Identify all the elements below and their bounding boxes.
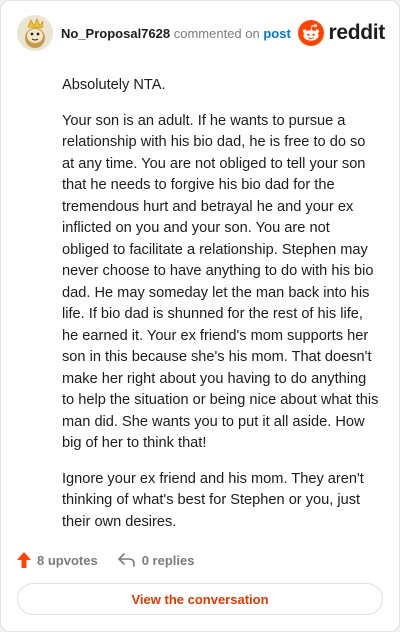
reply-arrow-icon xyxy=(117,553,135,567)
byline-action: commented on xyxy=(173,26,260,41)
post-link[interactable]: post xyxy=(263,26,290,41)
snoo-avatar-icon xyxy=(17,15,53,51)
upvote-count[interactable]: 8 upvotes xyxy=(17,552,98,568)
comment-paragraph: Absolutely NTA. xyxy=(62,77,166,93)
view-conversation-button[interactable]: View the conversation xyxy=(17,583,383,615)
comment-paragraph: Your son is an adult. If he wants to pur… xyxy=(62,112,379,452)
comment-body: Absolutely NTA. Your son is an adult. If… xyxy=(62,75,380,547)
upvote-label: 8 upvotes xyxy=(37,552,98,568)
comment-byline: No_Proposal7628 commented on post xyxy=(61,26,291,42)
user-avatar[interactable] xyxy=(17,15,53,51)
reply-label: 0 replies xyxy=(141,552,195,568)
comment-paragraph: Ignore your ex friend and his mom. They … xyxy=(62,470,364,530)
comment-footer: 8 upvotes 0 replies xyxy=(17,547,214,573)
comment-header: No_Proposal7628 commented on post reddit xyxy=(17,15,385,55)
username[interactable]: No_Proposal7628 xyxy=(61,26,170,41)
upvote-arrow-icon xyxy=(17,552,31,568)
reddit-wordmark: reddit xyxy=(328,21,385,44)
reply-count[interactable]: 0 replies xyxy=(117,552,195,568)
comment-card: No_Proposal7628 commented on post reddit… xyxy=(0,0,400,632)
reddit-alien-icon xyxy=(298,20,325,46)
reddit-logo[interactable]: reddit xyxy=(298,19,385,47)
